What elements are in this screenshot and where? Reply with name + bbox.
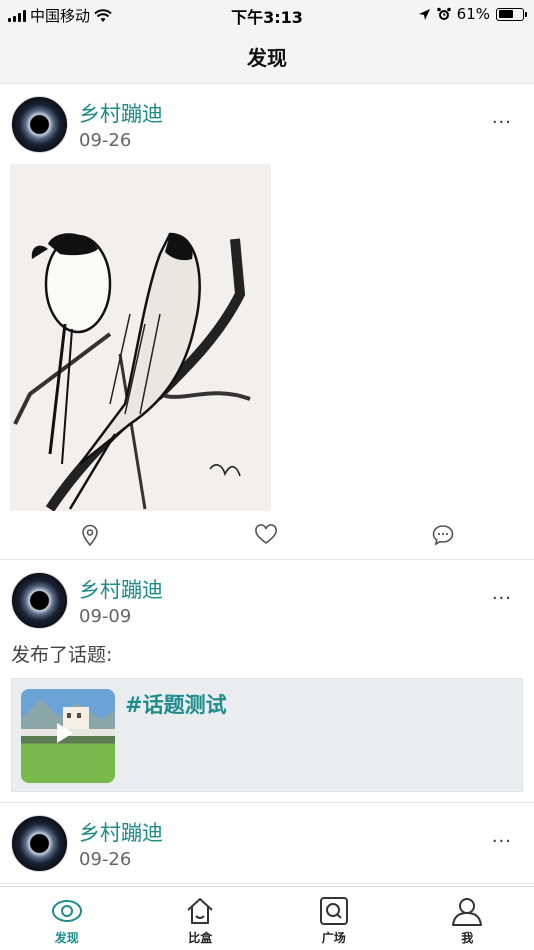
tab-label: 我: [461, 931, 474, 945]
battery-percent: 61%: [456, 5, 490, 23]
eye-icon: [51, 900, 82, 922]
home-icon: [187, 898, 213, 924]
tab-label: 比盒: [188, 931, 213, 945]
more-options-button[interactable]: ···: [492, 831, 512, 852]
page-title: 发现: [247, 46, 287, 70]
feed-post[interactable]: 乡村蹦迪 09-26 ···: [0, 84, 534, 560]
post-date: 09-09: [79, 606, 132, 627]
post-header: 乡村蹦迪 09-26 ···: [0, 803, 534, 883]
feed-post[interactable]: 乡村蹦迪 09-26 ···: [0, 803, 534, 884]
post-text: 发布了话题:: [11, 644, 113, 666]
post-image[interactable]: [10, 164, 271, 511]
location-arrow-icon: [418, 8, 430, 20]
author-name[interactable]: 乡村蹦迪: [79, 574, 163, 604]
square-search-icon: [319, 897, 348, 925]
tab-bar: 发现 比盒 广场 我: [0, 886, 534, 950]
more-options-button[interactable]: ···: [492, 112, 512, 133]
user-icon: [452, 898, 483, 926]
video-play-icon: [21, 699, 115, 743]
topic-card[interactable]: #话题测试: [11, 678, 523, 792]
battery-level: [498, 10, 513, 18]
tab-me[interactable]: 我: [401, 887, 534, 950]
topic-title[interactable]: #话题测试: [125, 689, 227, 719]
comment-icon[interactable]: [431, 523, 455, 547]
feed[interactable]: 乡村蹦迪 09-26 ··· 乡村蹦迪 09-09 ··· 发布了话题: #话题…: [0, 84, 534, 886]
location-icon[interactable]: [78, 523, 102, 547]
status-right: 61%: [418, 5, 527, 23]
tab-label: 广场: [321, 931, 346, 945]
tab-square[interactable]: 广场: [267, 887, 401, 950]
post-date: 09-26: [79, 130, 132, 151]
tab-discover[interactable]: 发现: [0, 887, 134, 950]
topic-thumbnail[interactable]: [21, 689, 115, 783]
post-date: 09-26: [79, 849, 132, 870]
tab-box[interactable]: 比盒: [134, 887, 268, 950]
feed-post[interactable]: 乡村蹦迪 09-09 ··· 发布了话题: #话题测试: [0, 560, 534, 803]
battery-icon: [496, 7, 527, 21]
parrot-sketch-image: [10, 164, 271, 511]
avatar[interactable]: [11, 96, 68, 153]
post-header: 乡村蹦迪 09-09 ···: [0, 560, 534, 640]
author-name[interactable]: 乡村蹦迪: [79, 817, 163, 847]
alarm-icon: [436, 7, 451, 20]
heart-icon[interactable]: [254, 523, 278, 547]
status-bar: 中国移动 下午3:13 61%: [0, 0, 534, 28]
tab-label: 发现: [54, 931, 79, 945]
more-options-button[interactable]: ···: [492, 588, 512, 609]
avatar[interactable]: [11, 815, 68, 872]
post-header: 乡村蹦迪 09-26 ···: [0, 84, 534, 164]
post-actions: [0, 511, 534, 559]
author-name[interactable]: 乡村蹦迪: [79, 98, 163, 128]
nav-header: 发现: [0, 28, 534, 84]
avatar[interactable]: [11, 572, 68, 629]
